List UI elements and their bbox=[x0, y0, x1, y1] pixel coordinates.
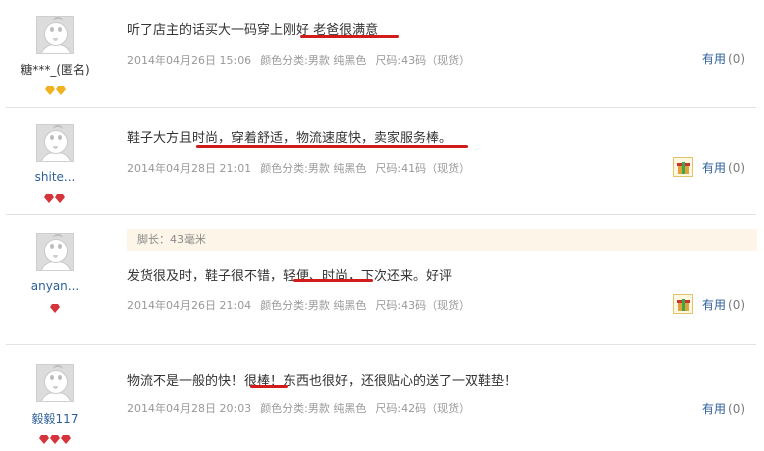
reviewer-name[interactable]: shite... bbox=[10, 170, 100, 184]
highlight-underline bbox=[196, 145, 468, 148]
helpful-count: (0) bbox=[728, 298, 746, 312]
review-date: 2014年04月26日 21:04 bbox=[127, 299, 252, 312]
review-meta: 2014年04月28日 20:03 颜色分类:男款 纯黑色 尺码:42码（现货） bbox=[127, 400, 479, 416]
review-size: 尺码:41码（现货） bbox=[375, 162, 471, 175]
heart-icon bbox=[61, 435, 71, 444]
heart-icon bbox=[55, 194, 65, 203]
reviewer-level-badges bbox=[44, 188, 66, 203]
review-color: 颜色分类:男款 纯黑色 bbox=[260, 162, 367, 175]
foot-length-info: 脚长：43毫米 bbox=[127, 229, 757, 251]
highlight-underline bbox=[293, 279, 373, 282]
helpful-button[interactable]: 有用 (0) bbox=[702, 400, 745, 417]
highlight-underline bbox=[250, 385, 288, 388]
gift-icon[interactable] bbox=[673, 157, 693, 177]
reviewer-name[interactable]: anyan... bbox=[10, 279, 100, 293]
helpful-button[interactable]: 有用 (0) bbox=[702, 50, 745, 67]
divider bbox=[6, 214, 756, 215]
helpful-label[interactable]: 有用 bbox=[702, 298, 726, 312]
user-avatar[interactable] bbox=[36, 16, 74, 54]
reviewer-name[interactable]: 毅毅117 bbox=[10, 410, 100, 427]
helpful-label[interactable]: 有用 bbox=[702, 161, 726, 175]
helpful-count: (0) bbox=[728, 52, 746, 66]
helpful-label[interactable]: 有用 bbox=[702, 402, 726, 416]
review-size: 尺码:43码（现货） bbox=[375, 54, 471, 67]
review-meta: 2014年04月26日 15:06 颜色分类:男款 纯黑色 尺码:43码（现货） bbox=[127, 52, 479, 68]
user-avatar[interactable] bbox=[36, 364, 74, 402]
diamond-icon bbox=[56, 86, 66, 95]
review-meta: 2014年04月28日 21:01 颜色分类:男款 纯黑色 尺码:41码（现货） bbox=[127, 160, 479, 176]
review-size: 尺码:42码（现货） bbox=[375, 402, 471, 415]
highlight-underline bbox=[300, 35, 399, 38]
diamond-icon bbox=[45, 86, 55, 95]
heart-icon bbox=[50, 304, 60, 313]
helpful-count: (0) bbox=[728, 402, 746, 416]
reviewer-name: 糖***_(匿名) bbox=[20, 63, 90, 77]
helpful-button[interactable]: 有用 (0) bbox=[702, 296, 745, 313]
divider bbox=[6, 344, 756, 345]
reviewer-level-badges bbox=[39, 429, 72, 444]
helpful-button[interactable]: 有用 (0) bbox=[702, 159, 745, 176]
gift-icon[interactable] bbox=[673, 294, 693, 314]
reviewer-level-badges bbox=[45, 80, 67, 95]
review-date: 2014年04月28日 21:01 bbox=[127, 162, 252, 175]
divider bbox=[6, 107, 756, 108]
helpful-count: (0) bbox=[728, 161, 746, 175]
heart-icon bbox=[50, 435, 60, 444]
review-date: 2014年04月28日 20:03 bbox=[127, 402, 252, 415]
user-avatar[interactable] bbox=[36, 233, 74, 271]
review-comment: 发货很及时，鞋子很不错，轻便、时尚，下次还来。好评 bbox=[127, 269, 453, 284]
reviewer-level-badges bbox=[50, 298, 61, 313]
review-color: 颜色分类:男款 纯黑色 bbox=[260, 54, 367, 67]
review-comment: 鞋子大方且时尚，穿着舒适，物流速度快，卖家服务棒。 bbox=[127, 131, 453, 146]
heart-icon bbox=[44, 194, 54, 203]
review-size: 尺码:43码（现货） bbox=[375, 299, 471, 312]
review-meta: 2014年04月26日 21:04 颜色分类:男款 纯黑色 尺码:43码（现货） bbox=[127, 297, 479, 313]
review-color: 颜色分类:男款 纯黑色 bbox=[260, 402, 367, 415]
user-avatar[interactable] bbox=[36, 124, 74, 162]
review-date: 2014年04月26日 15:06 bbox=[127, 54, 252, 67]
review-color: 颜色分类:男款 纯黑色 bbox=[260, 299, 367, 312]
review-comment: 物流不是一般的快！很棒！东西也很好，还很贴心的送了一双鞋垫！ bbox=[127, 374, 518, 389]
helpful-label[interactable]: 有用 bbox=[702, 52, 726, 66]
heart-icon bbox=[39, 435, 49, 444]
